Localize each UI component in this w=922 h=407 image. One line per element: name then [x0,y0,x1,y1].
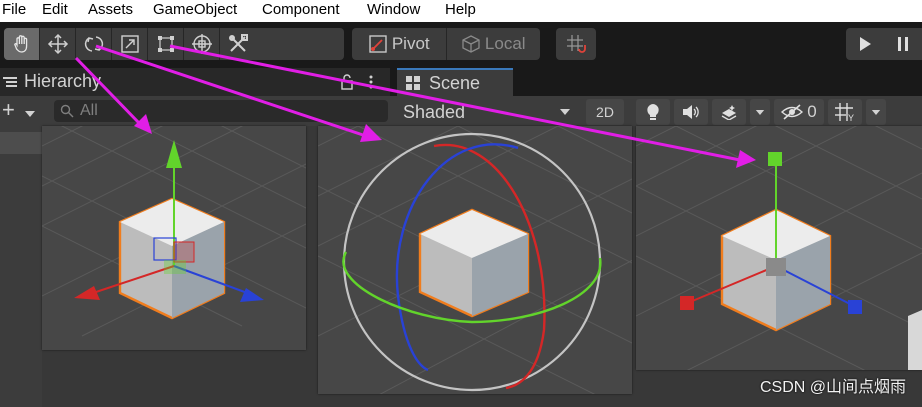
pivot-button[interactable]: Pivot [352,28,447,60]
menu-edit[interactable]: Edit [42,1,68,18]
scale-icon [120,35,139,53]
panel-sub-toolbar: + All Shaded 2D 0 Y [0,96,922,126]
grid-snap-button[interactable] [556,28,596,60]
hidden-eye-icon [781,104,804,120]
2d-label: 2D [596,104,614,120]
transform-tool-button[interactable] [184,28,220,60]
rotate-gizmo-viewport[interactable] [318,126,632,394]
scene-tab-label: Scene [429,72,481,93]
2d-toggle[interactable]: 2D [586,99,624,125]
rotate-icon [84,36,103,52]
rect-tool-icon [157,36,174,52]
hierarchy-tab[interactable]: Hierarchy [24,71,101,92]
hierarchy-list [0,126,42,407]
svg-text:Y: Y [848,113,854,122]
shading-mode-dropdown[interactable]: Shaded [397,99,577,125]
shading-mode-value: Shaded [403,101,466,122]
menu-help[interactable]: Help [445,1,476,18]
search-placeholder: All [80,102,98,119]
transform-tools [4,28,344,60]
hierarchy-panel-header: Hierarchy [0,68,390,96]
scene-visibility-toggle[interactable]: 0 [774,99,824,125]
chevron-down-icon [871,109,881,115]
hand-icon [13,35,27,53]
move-tool-button[interactable] [40,28,76,60]
more-options-icon[interactable] [368,74,374,90]
panel-tab-bar: Hierarchy Scene [0,68,922,96]
lock-icon[interactable] [340,73,354,91]
scale-tool-button[interactable] [112,28,148,60]
speaker-icon [683,105,699,119]
add-object-button[interactable]: + [2,97,15,123]
light-bulb-icon [647,104,659,120]
list-item[interactable] [0,132,42,154]
list-icon [3,77,17,87]
play-button[interactable] [846,28,884,60]
pause-icon [898,37,908,51]
scale-gizmo-illustration [636,126,922,370]
pivot-local-group: Pivot Local [352,28,540,60]
local-button[interactable]: Local [447,28,541,60]
watermark: CSDN @山间点烟雨 [759,379,906,396]
pivot-icon [369,35,387,53]
transform-icon [191,34,212,54]
tools-icon [229,34,248,52]
rect-tool-button[interactable] [148,28,184,60]
menu-assets[interactable]: Assets [88,1,133,18]
pause-button[interactable] [884,28,922,60]
play-icon [860,37,871,51]
scene-grid-icon [406,76,420,90]
hierarchy-search-input[interactable]: All [54,100,388,122]
move-gizmo-viewport[interactable] [42,126,306,350]
menu-file[interactable]: File [2,1,26,18]
menu-window[interactable]: Window [367,1,420,18]
menu-component[interactable]: Component [262,1,340,18]
rotate-gizmo-illustration [318,126,632,394]
audio-toggle[interactable] [674,99,708,125]
grid-axis-icon: Y [835,103,854,122]
menu-bar: File Edit Assets GameObject Component Wi… [0,0,922,22]
grid-snap-icon [567,35,586,53]
chevron-down-icon [755,109,765,115]
custom-tool-button[interactable] [220,28,256,60]
search-icon [60,104,74,118]
effects-icon [721,105,737,120]
chevron-down-icon [560,109,570,115]
chevron-down-icon[interactable] [24,105,36,123]
hand-tool-button[interactable] [4,28,40,60]
menu-gameobject[interactable]: GameObject [153,1,237,18]
move-icon [47,33,68,55]
scale-gizmo-viewport[interactable] [636,126,922,370]
grid-dropdown[interactable] [866,99,886,125]
cube-icon [462,35,480,53]
lighting-toggle[interactable] [636,99,670,125]
local-label: Local [484,34,526,53]
rotate-tool-button[interactable] [76,28,112,60]
playback-controls [846,28,922,60]
effects-dropdown[interactable] [750,99,770,125]
scene-tab[interactable]: Scene [397,68,513,96]
main-toolbar: Pivot Local [0,22,922,68]
effects-toggle[interactable] [712,99,746,125]
pivot-label: Pivot [391,34,430,53]
hidden-count: 0 [807,102,817,121]
move-gizmo-illustration [42,126,306,337]
grid-visibility-toggle[interactable]: Y [828,99,862,125]
